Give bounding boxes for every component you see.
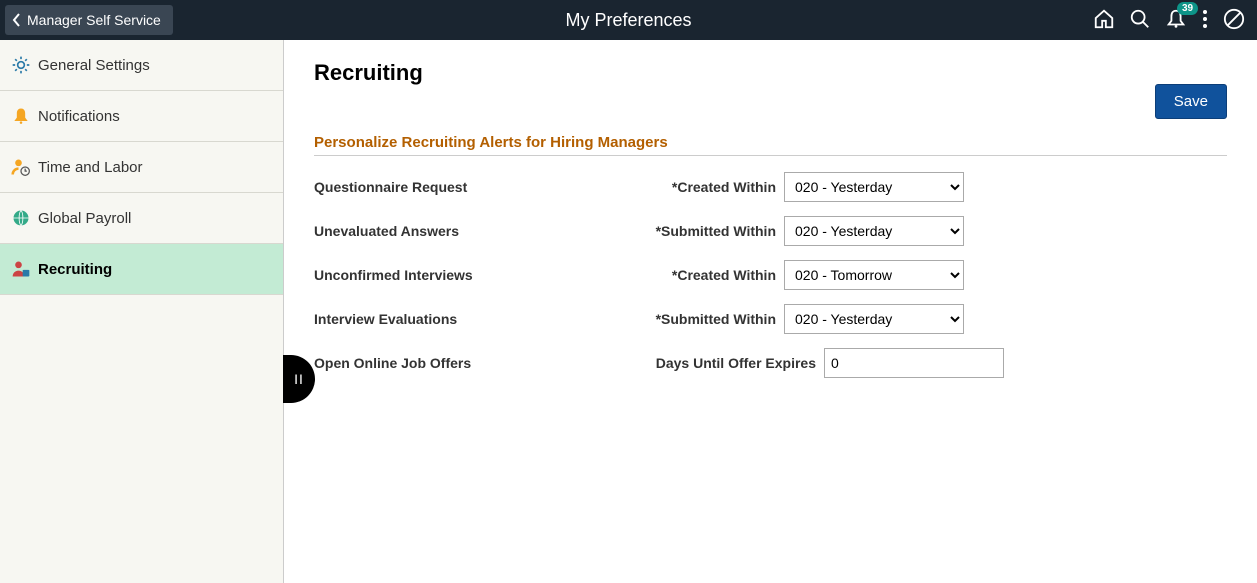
app-header: Manager Self Service My Preferences 39 (0, 0, 1257, 40)
sidebar-item-recruiting[interactable]: Recruiting (0, 244, 283, 295)
bell-icon (10, 105, 32, 127)
field-label: Questionnaire Request (314, 179, 644, 195)
section-title: Personalize Recruiting Alerts for Hiring… (314, 134, 1227, 156)
sidebar: General Settings Notifications Time and … (0, 40, 284, 583)
field-label: Interview Evaluations (314, 311, 644, 327)
sidebar-item-global-payroll[interactable]: Global Payroll (0, 193, 283, 244)
header-icon-bar: 39 (1093, 8, 1257, 33)
field-label: Unevaluated Answers (314, 223, 644, 239)
sidebar-item-general-settings[interactable]: General Settings (0, 40, 283, 91)
notification-badge: 39 (1177, 2, 1198, 15)
sidebar-item-notifications[interactable]: Notifications (0, 91, 283, 142)
person-clock-icon (10, 156, 32, 178)
globe-icon (10, 207, 32, 229)
field-label: Open Online Job Offers (314, 355, 644, 371)
sidebar-item-label: General Settings (38, 57, 150, 74)
sidebar-item-label: Notifications (38, 108, 120, 125)
form-row-open-online-job-offers: Open Online Job Offers Days Until Offer … (314, 348, 1227, 378)
form-row-questionnaire-request: Questionnaire Request *Created Within 02… (314, 172, 1227, 202)
sidebar-item-time-and-labor[interactable]: Time and Labor (0, 142, 283, 193)
unevaluated-answers-select[interactable]: 020 - Yesterday (784, 216, 964, 246)
save-button[interactable]: Save (1155, 84, 1227, 119)
unconfirmed-interviews-select[interactable]: 020 - Tomorrow (784, 260, 964, 290)
field-sublabel: Days Until Offer Expires (644, 355, 824, 371)
sidebar-item-label: Recruiting (38, 261, 112, 278)
page-title: Recruiting (314, 60, 1227, 86)
actions-menu-icon[interactable] (1201, 8, 1209, 33)
back-button[interactable]: Manager Self Service (5, 5, 173, 35)
form-row-interview-evaluations: Interview Evaluations *Submitted Within … (314, 304, 1227, 334)
gear-icon (10, 54, 32, 76)
home-icon[interactable] (1093, 8, 1115, 33)
days-until-expires-input[interactable] (824, 348, 1004, 378)
form-row-unevaluated-answers: Unevaluated Answers *Submitted Within 02… (314, 216, 1227, 246)
back-label: Manager Self Service (27, 12, 161, 28)
page-header-title: My Preferences (565, 10, 691, 31)
recruiting-icon (10, 258, 32, 280)
field-label: Unconfirmed Interviews (314, 267, 644, 283)
search-icon[interactable] (1129, 8, 1151, 33)
interview-evaluations-select[interactable]: 020 - Yesterday (784, 304, 964, 334)
sidebar-item-label: Global Payroll (38, 210, 131, 227)
chevron-left-icon (11, 12, 23, 28)
questionnaire-request-select[interactable]: 020 - Yesterday (784, 172, 964, 202)
field-sublabel: *Created Within (644, 179, 784, 195)
sidebar-item-label: Time and Labor (38, 159, 143, 176)
field-sublabel: *Submitted Within (644, 223, 784, 239)
field-sublabel: *Submitted Within (644, 311, 784, 327)
main-content: II Recruiting Save Personalize Recruitin… (284, 40, 1257, 583)
form-row-unconfirmed-interviews: Unconfirmed Interviews *Created Within 0… (314, 260, 1227, 290)
field-sublabel: *Created Within (644, 267, 784, 283)
sidebar-collapse-handle[interactable]: II (283, 355, 315, 403)
nav-icon[interactable] (1223, 8, 1245, 33)
notifications-icon[interactable]: 39 (1165, 8, 1187, 33)
